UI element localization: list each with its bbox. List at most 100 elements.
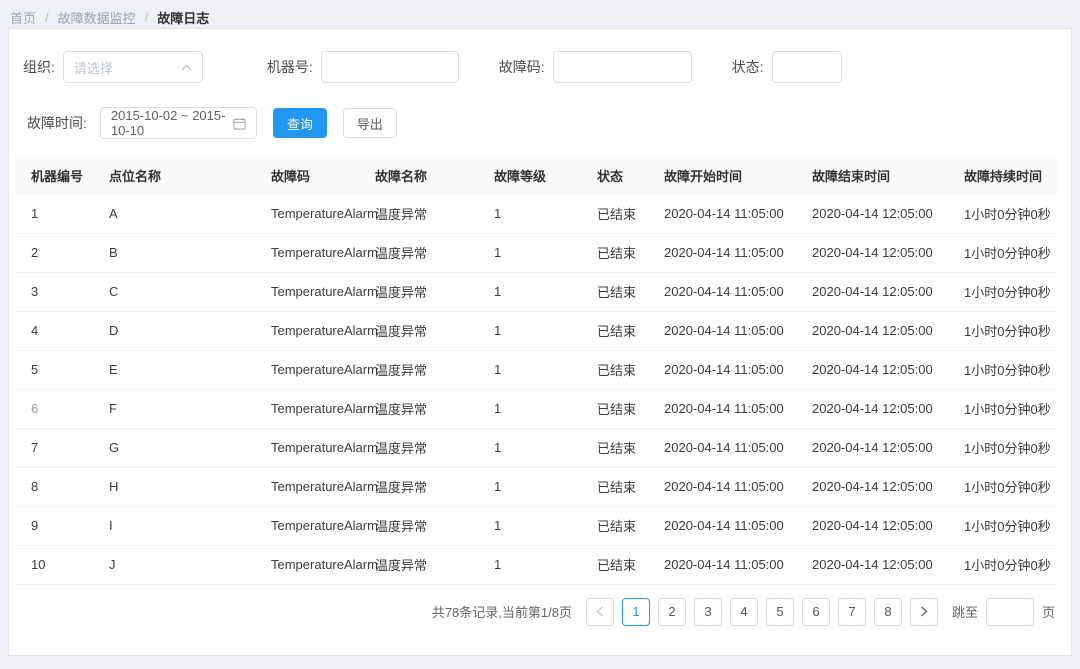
table-cell: 3 (15, 272, 101, 311)
table-cell: 1小时0分钟0秒 (956, 506, 1057, 545)
table-cell: 2 (15, 233, 101, 272)
page-button-1[interactable]: 1 (622, 598, 650, 626)
table-cell: 2020-04-14 11:05:00 (656, 272, 804, 311)
table-cell: 2020-04-14 11:05:00 (656, 311, 804, 350)
table-cell: 温度异常 (367, 506, 486, 545)
pagination: 共78条记录,当前第1/8页 12345678 跳至 页 (9, 598, 1055, 626)
org-select[interactable]: 请选择 (63, 51, 203, 83)
fault-code-input[interactable] (553, 51, 692, 83)
page-button-3[interactable]: 3 (694, 598, 722, 626)
table-cell: 4 (15, 311, 101, 350)
content-card: 组织: 请选择 机器号: 故障码: 状态: 故障时间: 2015-10-02 ~… (8, 28, 1072, 656)
table-header: 机器编号点位名称故障码故障名称故障等级状态故障开始时间故障结束时间故障持续时间 (15, 156, 1057, 194)
page-button-2[interactable]: 2 (658, 598, 686, 626)
page-button-4[interactable]: 4 (730, 598, 758, 626)
table-row: 5ETemperatureAlarm温度异常1已结束2020-04-14 11:… (15, 350, 1057, 389)
table-cell: 1小时0分钟0秒 (956, 428, 1057, 467)
table-cell: 已结束 (589, 350, 656, 389)
prev-page-button[interactable] (586, 598, 614, 626)
status-input[interactable] (772, 51, 842, 83)
machine-no-input[interactable] (321, 51, 459, 83)
table-cell: E (101, 350, 263, 389)
table-cell: TemperatureAlarm (263, 272, 367, 311)
fault-code-label: 故障码: (499, 57, 545, 77)
table-cell: 温度异常 (367, 233, 486, 272)
table-cell: 1小时0分钟0秒 (956, 389, 1057, 428)
table-cell: J (101, 545, 263, 584)
table-cell: 2020-04-14 12:05:00 (804, 233, 956, 272)
fault-time-range-input[interactable]: 2015-10-02 ~ 2015-10-10 (100, 107, 257, 139)
table-cell: 1 (486, 233, 589, 272)
table-row: 1ATemperatureAlarm温度异常1已结束2020-04-14 11:… (15, 194, 1057, 233)
column-header: 故障等级 (486, 156, 589, 194)
table-cell: 1小时0分钟0秒 (956, 350, 1057, 389)
status-label: 状态: (732, 57, 764, 77)
table-row: 8HTemperatureAlarm温度异常1已结束2020-04-14 11:… (15, 467, 1057, 506)
table-cell: 已结束 (589, 389, 656, 428)
table-cell: 1 (486, 428, 589, 467)
table-cell: 1小时0分钟0秒 (956, 467, 1057, 506)
table-cell: 2020-04-14 12:05:00 (804, 428, 956, 467)
table-cell: 2020-04-14 12:05:00 (804, 194, 956, 233)
table-cell: 1小时0分钟0秒 (956, 311, 1057, 350)
chevron-up-icon (181, 64, 192, 71)
table-cell: 1 (15, 194, 101, 233)
jump-page-suffix: 页 (1042, 602, 1055, 621)
table-cell: 1 (486, 467, 589, 506)
table-cell: B (101, 233, 263, 272)
table-cell: 温度异常 (367, 389, 486, 428)
column-header: 故障结束时间 (804, 156, 956, 194)
column-header: 状态 (589, 156, 656, 194)
pagination-summary: 共78条记录,当前第1/8页 (432, 602, 572, 621)
table-row: 9ITemperatureAlarm温度异常1已结束2020-04-14 11:… (15, 506, 1057, 545)
table-cell: 6 (15, 389, 101, 428)
page-button-8[interactable]: 8 (874, 598, 902, 626)
table-cell: H (101, 467, 263, 506)
export-button[interactable]: 导出 (343, 108, 397, 138)
page-button-5[interactable]: 5 (766, 598, 794, 626)
table-cell: 2020-04-14 11:05:00 (656, 428, 804, 467)
table-cell: 已结束 (589, 233, 656, 272)
table-cell: TemperatureAlarm (263, 389, 367, 428)
table-cell: 1 (486, 389, 589, 428)
jump-page-input[interactable] (986, 598, 1034, 626)
table-cell: 2020-04-14 11:05:00 (656, 350, 804, 389)
table-row: 7GTemperatureAlarm温度异常1已结束2020-04-14 11:… (15, 428, 1057, 467)
table-cell: 5 (15, 350, 101, 389)
table-cell: 2020-04-14 12:05:00 (804, 545, 956, 584)
table-cell: TemperatureAlarm (263, 545, 367, 584)
breadcrumb: 首页 / 故障数据监控 / 故障日志 (0, 0, 1080, 26)
table-cell: F (101, 389, 263, 428)
table-cell: 1小时0分钟0秒 (956, 272, 1057, 311)
table-cell: D (101, 311, 263, 350)
page-button-6[interactable]: 6 (802, 598, 830, 626)
table-cell: TemperatureAlarm (263, 506, 367, 545)
table-row: 2BTemperatureAlarm温度异常1已结束2020-04-14 11:… (15, 233, 1057, 272)
table-cell: TemperatureAlarm (263, 194, 367, 233)
breadcrumb-separator: / (145, 10, 149, 25)
filter-row-1: 组织: 请选择 机器号: 故障码: 状态: (23, 51, 1071, 83)
table-cell: 2020-04-14 12:05:00 (804, 272, 956, 311)
query-button[interactable]: 查询 (273, 108, 327, 138)
table-cell: 2020-04-14 12:05:00 (804, 506, 956, 545)
table-cell: TemperatureAlarm (263, 350, 367, 389)
breadcrumb-home[interactable]: 首页 (10, 8, 36, 27)
table-cell: G (101, 428, 263, 467)
breadcrumb-fault-data-monitor[interactable]: 故障数据监控 (58, 8, 136, 27)
table-cell: 2020-04-14 11:05:00 (656, 545, 804, 584)
table-cell: 1 (486, 506, 589, 545)
page-button-7[interactable]: 7 (838, 598, 866, 626)
table-cell: 8 (15, 467, 101, 506)
column-header: 故障持续时间 (956, 156, 1057, 194)
table-row: 4DTemperatureAlarm温度异常1已结束2020-04-14 11:… (15, 311, 1057, 350)
table-cell: TemperatureAlarm (263, 233, 367, 272)
next-page-button[interactable] (910, 598, 938, 626)
calendar-icon (233, 117, 246, 130)
table-cell: 2020-04-14 12:05:00 (804, 467, 956, 506)
fault-time-label: 故障时间: (27, 113, 87, 133)
table-cell: 已结束 (589, 467, 656, 506)
table-cell: TemperatureAlarm (263, 311, 367, 350)
table-cell: 2020-04-14 11:05:00 (656, 233, 804, 272)
column-header: 故障码 (263, 156, 367, 194)
table-cell: 2020-04-14 11:05:00 (656, 506, 804, 545)
